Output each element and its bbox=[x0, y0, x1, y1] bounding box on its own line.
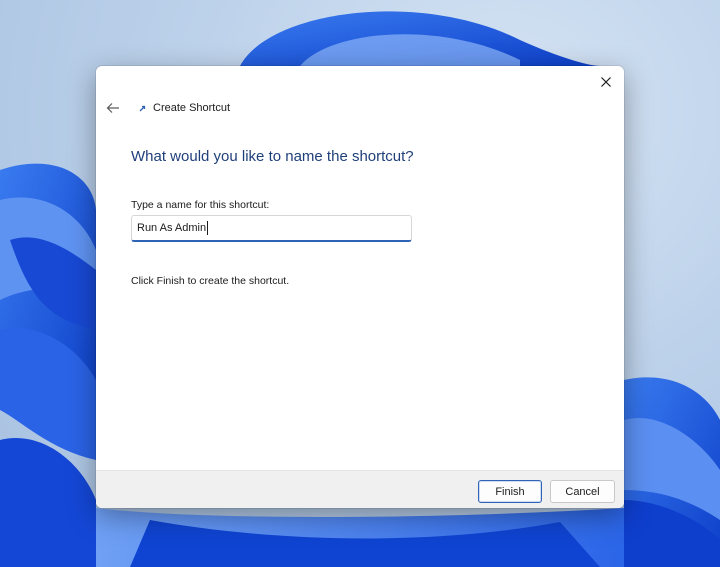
back-button[interactable] bbox=[102, 97, 124, 119]
cancel-button[interactable]: Cancel bbox=[550, 480, 615, 503]
create-shortcut-dialog: Create Shortcut What would you like to n… bbox=[96, 66, 624, 508]
finish-hint-text: Click Finish to create the shortcut. bbox=[131, 275, 290, 287]
finish-button[interactable]: Finish bbox=[478, 480, 542, 503]
shortcut-wizard-icon bbox=[136, 101, 150, 115]
close-icon bbox=[601, 77, 611, 87]
dialog-footer: Finish Cancel bbox=[96, 470, 624, 508]
close-button[interactable] bbox=[594, 70, 618, 94]
shortcut-name-input[interactable]: Run As Admin bbox=[131, 215, 412, 242]
dialog-title: Create Shortcut bbox=[153, 102, 231, 114]
text-caret bbox=[207, 221, 209, 235]
dialog-header: Create Shortcut bbox=[102, 96, 230, 120]
shortcut-name-label: Type a name for this shortcut: bbox=[131, 199, 270, 211]
back-arrow-icon bbox=[106, 103, 119, 113]
page-heading: What would you like to name the shortcut… bbox=[131, 148, 414, 165]
shortcut-name-value: Run As Admin bbox=[137, 222, 207, 234]
